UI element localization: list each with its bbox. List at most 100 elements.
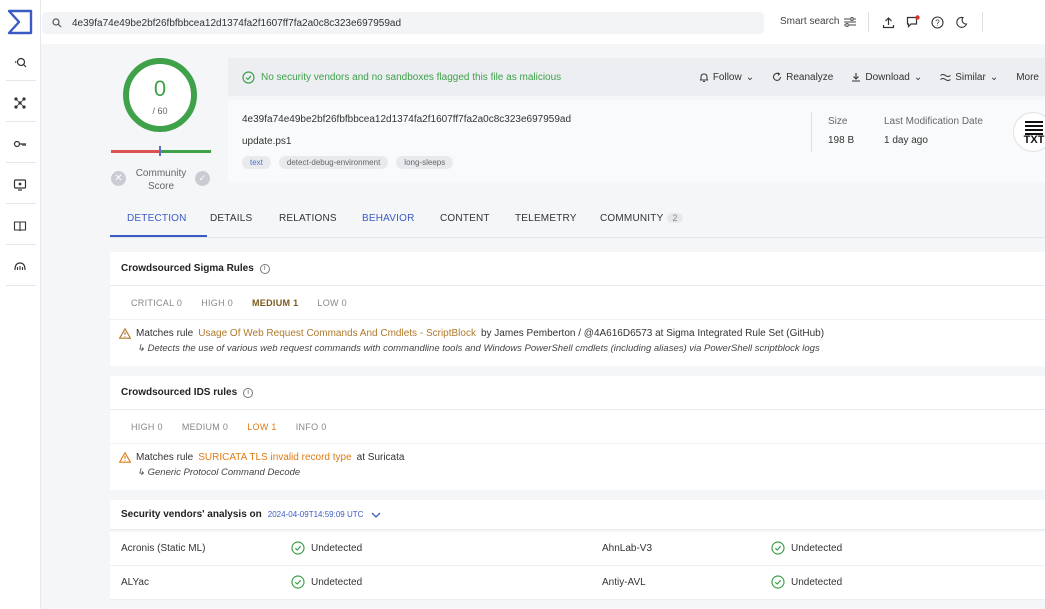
chevron-down-icon[interactable] <box>371 512 381 518</box>
file-actions: Follow ⌄ Reanalyze Download ⌄ Similar ⌄ … <box>681 58 1045 96</box>
chevron-down-icon: ⌄ <box>913 71 923 83</box>
info-icon[interactable]: i <box>259 263 270 274</box>
smart-search-label: Smart search <box>780 16 840 27</box>
sigma-rule-match: Matches rule Usage Of Web Request Comman… <box>110 320 1045 354</box>
vendor-name: ALYac <box>121 577 149 588</box>
return-arrow-icon: ↳ <box>137 343 148 354</box>
vote-malicious-icon[interactable]: ✕ <box>111 171 126 186</box>
community-score-bar <box>111 150 211 153</box>
vendor-name: Acronis (Static ML) <box>121 543 206 554</box>
key-icon[interactable] <box>8 132 32 156</box>
check-circle-icon <box>291 575 305 589</box>
bell-icon <box>699 72 708 82</box>
reanalyze-button[interactable]: Reanalyze <box>772 72 833 83</box>
notifications-icon[interactable] <box>905 14 921 30</box>
ids-rules-section: Crowdsourced IDS rules i HIGH 0 MEDIUM 0… <box>110 376 1045 490</box>
vendor-status: Undetected <box>791 576 843 588</box>
vendor-result: Undetected <box>771 541 842 555</box>
file-size: Size 198 B <box>828 116 854 146</box>
tab-telemetry[interactable]: TELEMETRY <box>515 213 577 224</box>
check-circle-icon <box>242 70 255 84</box>
vendor-row: ALYac Undetected Antiy-AVL Undetected <box>110 566 1045 600</box>
more-button[interactable]: More <box>1016 72 1039 83</box>
tab-detection[interactable]: DETECTION <box>127 213 187 224</box>
similar-button[interactable]: Similar ⌄ <box>940 72 998 83</box>
file-type-label: TXT <box>1023 134 1045 146</box>
tab-details[interactable]: DETAILS <box>210 213 252 224</box>
vendor-name: Antiy-AVL <box>602 577 646 588</box>
community-score-label: Community Score <box>135 168 187 192</box>
ids-rule-description: Generic Protocol Command Decode <box>147 467 301 478</box>
warning-icon <box>119 328 131 339</box>
sigma-rules-title: Crowdsourced Sigma Rules <box>121 263 254 274</box>
monitor-icon[interactable] <box>8 173 32 197</box>
sigma-rule-description: Detects the use of various web request c… <box>147 343 820 354</box>
tag-chip[interactable]: long-sleeps <box>396 156 454 169</box>
vendor-status: Undetected <box>791 542 843 554</box>
follow-button[interactable]: Follow ⌄ <box>699 72 754 83</box>
hunting-icon[interactable] <box>8 255 32 279</box>
vendor-status: Undetected <box>311 576 363 588</box>
filter-low[interactable]: LOW 0 <box>317 298 347 308</box>
tab-behavior[interactable]: BEHAVIOR <box>362 213 415 224</box>
filter-high[interactable]: HIGH 0 <box>131 422 163 432</box>
search-input[interactable] <box>72 17 752 29</box>
info-icon[interactable]: i <box>243 387 254 398</box>
vendors-header: Security vendors' analysis on 2024-04-09… <box>110 500 1045 530</box>
vote-harmless-icon[interactable]: ✓ <box>195 171 210 186</box>
download-icon <box>852 73 861 82</box>
refresh-icon <box>773 72 782 81</box>
chevron-down-icon: ⌄ <box>745 71 755 83</box>
check-circle-icon <box>771 541 785 555</box>
sigma-severity-filters: CRITICAL 0 HIGH 0 MEDIUM 1 LOW 0 <box>110 286 1045 320</box>
svg-text:?: ? <box>935 18 940 27</box>
similar-label: Similar <box>955 71 986 83</box>
smart-search-button[interactable]: Smart search <box>780 16 857 27</box>
vendor-result: Undetected <box>771 575 842 589</box>
modified-value: 1 day ago <box>884 135 928 146</box>
search-bar[interactable] <box>42 12 764 34</box>
filter-medium[interactable]: MEDIUM 1 <box>252 298 298 308</box>
filter-info[interactable]: INFO 0 <box>296 422 327 432</box>
tag-chip[interactable]: text <box>242 156 271 169</box>
tab-community[interactable]: COMMUNITY 2 <box>600 213 683 224</box>
filter-low[interactable]: LOW 1 <box>247 422 277 432</box>
book-icon[interactable] <box>8 214 32 238</box>
download-button[interactable]: Download ⌄ <box>851 72 922 83</box>
dark-mode-icon[interactable] <box>953 14 969 30</box>
filter-high[interactable]: HIGH 0 <box>201 298 233 308</box>
tab-content[interactable]: CONTENT <box>440 213 490 224</box>
score-total: / 60 <box>152 106 168 116</box>
ids-rule-match: Matches rule SURICATA TLS invalid record… <box>110 444 1045 478</box>
tab-community-label: COMMUNITY <box>600 213 664 224</box>
sigma-rule-link[interactable]: Usage Of Web Request Commands And Cmdlet… <box>198 328 476 339</box>
similar-icon <box>940 73 952 81</box>
report-tabs: DETECTION DETAILS RELATIONS BEHAVIOR CON… <box>110 200 1045 238</box>
verdict-banner: No security vendors and no sandboxes fla… <box>228 58 1045 96</box>
follow-label: Follow <box>712 71 742 83</box>
return-arrow-icon: ↳ <box>137 467 148 478</box>
detection-score: 0 / 60 ✕ Community Score ✓ <box>111 56 211 196</box>
tag-chip[interactable]: detect-debug-environment <box>278 156 389 169</box>
tab-relations[interactable]: RELATIONS <box>279 213 337 224</box>
analysis-timestamp: 2024-04-09T14:59:09 UTC <box>267 510 364 519</box>
warning-icon <box>119 452 131 463</box>
file-search-icon[interactable] <box>8 50 32 74</box>
filter-medium[interactable]: MEDIUM 0 <box>182 422 228 432</box>
filter-critical[interactable]: CRITICAL 0 <box>131 298 182 308</box>
graph-icon[interactable] <box>8 91 32 115</box>
vendors-title: Security vendors' analysis on <box>121 509 262 520</box>
ids-rules-header: Crowdsourced IDS rules i <box>110 376 1045 410</box>
vendor-name: AhnLab-V3 <box>602 543 653 554</box>
help-icon[interactable]: ? <box>929 14 945 30</box>
ids-rule-link[interactable]: SURICATA TLS invalid record type <box>198 452 351 463</box>
modified-label: Last Modification Date <box>884 116 983 127</box>
sigma-rules-section: Crowdsourced Sigma Rules i CRITICAL 0 HI… <box>110 252 1045 366</box>
left-rail <box>0 0 41 609</box>
file-name: update.ps1 <box>242 136 292 147</box>
vendor-status: Undetected <box>311 542 363 554</box>
last-modified: Last Modification Date 1 day ago <box>884 116 983 146</box>
upload-icon[interactable] <box>880 14 896 30</box>
ids-severity-filters: HIGH 0 MEDIUM 0 LOW 1 INFO 0 <box>110 410 1045 444</box>
virustotal-logo[interactable] <box>6 8 34 36</box>
